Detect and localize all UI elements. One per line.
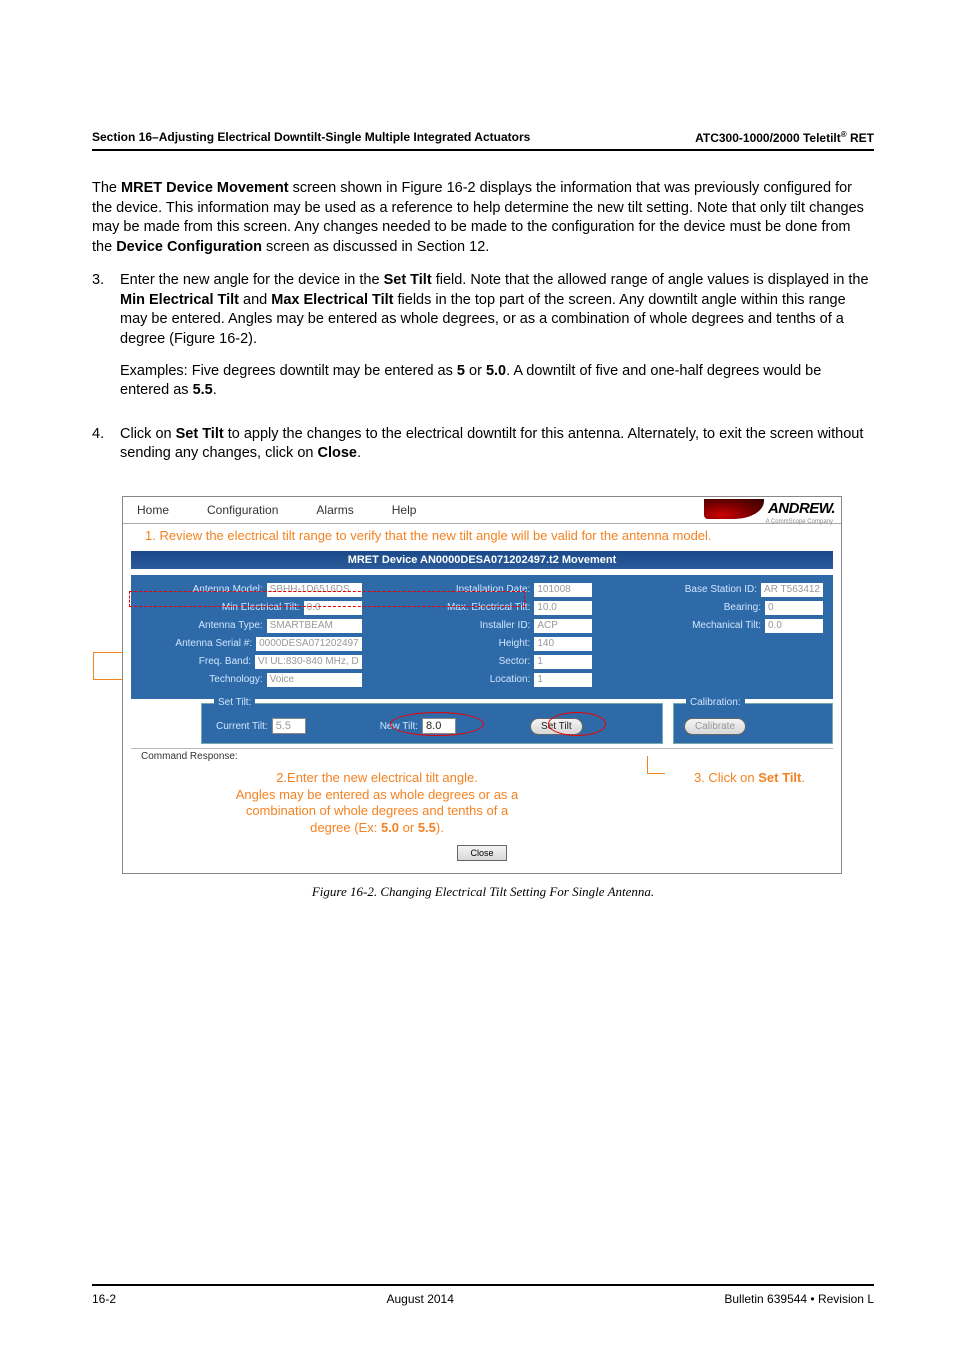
height-label: Height: bbox=[372, 638, 531, 649]
step-4-number: 4. bbox=[92, 425, 120, 476]
command-response-label: Command Response: bbox=[131, 748, 833, 764]
set-tilt-fieldset: Set Tilt: Current Tilt:5.5 New Tilt:8.0 … bbox=[201, 703, 663, 744]
min-tilt-value: 0.0 bbox=[304, 601, 362, 615]
logo-text: ANDREW. bbox=[768, 500, 835, 517]
footer-date: August 2014 bbox=[387, 1292, 454, 1306]
close-button[interactable]: Close bbox=[457, 845, 506, 861]
calibration-fieldset: Calibration: Calibrate bbox=[673, 703, 833, 744]
calibrate-button[interactable]: Calibrate bbox=[684, 718, 746, 735]
figure-caption: Figure 16-2. Changing Electrical Tilt Se… bbox=[92, 884, 874, 900]
menu-help[interactable]: Help bbox=[392, 503, 417, 517]
step-3: 3. Enter the new angle for the device in… bbox=[92, 271, 874, 412]
annotation-3: 3. Click on Set Tilt. bbox=[694, 770, 805, 785]
menu-configuration[interactable]: Configuration bbox=[207, 503, 278, 517]
freq-band-value: VI UL:830-840 MHz, D bbox=[255, 655, 362, 669]
bearing-label: Bearing: bbox=[602, 602, 761, 613]
current-tilt-label: Current Tilt: bbox=[216, 721, 268, 732]
menu-home[interactable]: Home bbox=[137, 503, 169, 517]
location-label: Location: bbox=[372, 674, 531, 685]
installer-id-value: ACP bbox=[534, 619, 592, 633]
page-footer: 16-2 August 2014 Bulletin 639544 • Revis… bbox=[92, 1284, 874, 1306]
andrew-logo: ANDREW. A CommScope Company bbox=[704, 499, 835, 519]
annotation-1: 1. Review the electrical tilt range to v… bbox=[123, 524, 841, 551]
app-menubar: Home Configuration Alarms Help ANDREW. A… bbox=[123, 497, 841, 524]
sector-value: 1 bbox=[534, 655, 592, 669]
height-value: 140 bbox=[534, 637, 592, 651]
min-tilt-label: Min Electrical Tilt: bbox=[141, 602, 300, 613]
annotation-3-connector bbox=[647, 756, 665, 774]
logo-swoosh-icon bbox=[704, 499, 764, 519]
step-3-number: 3. bbox=[92, 271, 120, 412]
page-header: Section 16–Adjusting Electrical Downtilt… bbox=[92, 130, 874, 151]
intro-paragraph: The MRET Device Movement screen shown in… bbox=[92, 179, 874, 257]
antenna-model-value: SBHH-1D6516DS bbox=[267, 583, 362, 597]
current-tilt-value: 5.5 bbox=[272, 718, 306, 734]
annotation-2: 2.Enter the new electrical tilt angle. A… bbox=[177, 770, 577, 838]
calibration-legend: Calibration: bbox=[686, 697, 745, 708]
max-tilt-value: 10.0 bbox=[534, 601, 592, 615]
antenna-type-label: Antenna Type: bbox=[141, 620, 263, 631]
antenna-type-value: SMARTBEAM bbox=[267, 619, 362, 633]
mech-tilt-label: Mechanical Tilt: bbox=[602, 620, 761, 631]
menu-alarms[interactable]: Alarms bbox=[316, 503, 353, 517]
freq-band-label: Freq. Band: bbox=[141, 656, 251, 667]
window-title-bar: MRET Device AN0000DESA071202497.t2 Movem… bbox=[131, 551, 833, 569]
header-left: Section 16–Adjusting Electrical Downtilt… bbox=[92, 130, 530, 145]
new-tilt-input[interactable]: 8.0 bbox=[422, 718, 456, 734]
install-date-label: Installation Date: bbox=[372, 584, 531, 595]
bearing-value: 0 bbox=[765, 601, 823, 615]
max-tilt-label: Max. Electrical Tilt: bbox=[372, 602, 531, 613]
logo-subtext: A CommScope Company bbox=[766, 519, 833, 525]
step-4: 4. Click on Set Tilt to apply the change… bbox=[92, 425, 874, 476]
device-info-panel: Antenna Model: SBHH-1D6516DS Installation… bbox=[131, 575, 833, 699]
footer-bulletin: Bulletin 639544 • Revision L bbox=[724, 1292, 874, 1306]
antenna-serial-label: Antenna Serial #: bbox=[141, 638, 252, 649]
antenna-serial-value: 0000DESA071202497 bbox=[256, 637, 362, 651]
mech-tilt-value: 0.0 bbox=[765, 619, 823, 633]
location-value: 1 bbox=[534, 673, 592, 687]
new-tilt-label: New Tilt: bbox=[380, 721, 418, 732]
figure-16-2: Home Configuration Alarms Help ANDREW. A… bbox=[122, 496, 842, 874]
install-date-value: 101008 bbox=[534, 583, 592, 597]
sector-label: Sector: bbox=[372, 656, 531, 667]
technology-value: Voice bbox=[267, 673, 362, 687]
base-station-label: Base Station ID: bbox=[602, 584, 757, 595]
installer-id-label: Installer ID: bbox=[372, 620, 531, 631]
callout-connector-left bbox=[93, 652, 123, 680]
set-tilt-legend: Set Tilt: bbox=[214, 697, 255, 708]
set-tilt-button[interactable]: Set Tilt bbox=[530, 718, 583, 735]
antenna-model-label: Antenna Model: bbox=[141, 584, 263, 595]
header-right: ATC300-1000/2000 Teletilt® RET bbox=[695, 130, 874, 145]
footer-page-num: 16-2 bbox=[92, 1292, 116, 1306]
technology-label: Technology: bbox=[141, 674, 263, 685]
base-station-value: AR T563412 bbox=[761, 583, 823, 597]
